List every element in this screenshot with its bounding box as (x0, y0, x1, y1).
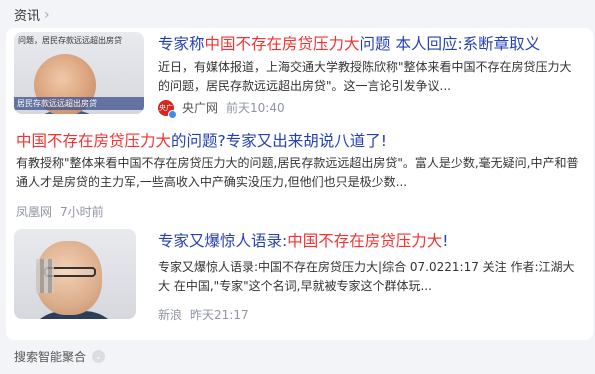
smart-aggregation-footer[interactable]: 搜索智能聚合 ⌄ (14, 348, 106, 365)
section-label: 资讯 (14, 9, 41, 24)
result-2-meta: 凤凰网 7小时前 (16, 203, 104, 220)
result-1-thumbnail[interactable]: 问题，居民存款远远超出房贷 居民存款远远超出房贷 (14, 32, 144, 114)
thumbnail-caption: 问题，居民存款远远超出房贷 (18, 36, 122, 45)
result-3-snippet: 专家又爆惊人语录:中国不存在房贷压力大|综合 07.0221:17 关注 作者:… (158, 260, 575, 293)
result-3-meta: 新浪 昨天21:17 (158, 306, 249, 323)
verified-icon (168, 109, 177, 119)
result-1-title[interactable]: 专家称中国不存在房贷压力大问题 本人回应:系断章取义 (158, 34, 540, 54)
news-card: 问题，居民存款远远超出房贷 居民存款远远超出房贷 专家称中国不存在房贷压力大问题… (6, 28, 593, 340)
source-name[interactable]: 新浪 (158, 306, 182, 323)
section-header[interactable]: 资讯 › (14, 5, 50, 25)
result-3-title[interactable]: 专家又爆惊人语录:中国不存在房贷压力大! (158, 231, 448, 251)
thumbnail-banner: 居民存款远远超出房贷 (14, 97, 144, 110)
source-name[interactable]: 凤凰网 (16, 203, 52, 220)
timestamp: 7小时前 (60, 205, 104, 219)
timestamp: 前天10:40 (226, 101, 285, 115)
timestamp: 昨天21:17 (190, 308, 249, 322)
mosaic-blur (36, 259, 54, 293)
footer-label: 搜索智能聚合 (14, 350, 87, 364)
chevron-right-icon: › (44, 6, 50, 23)
source-name[interactable]: 央广网 (182, 99, 218, 116)
chevron-down-icon[interactable]: ⌄ (92, 350, 106, 363)
result-3-thumbnail[interactable] (14, 229, 136, 319)
result-1-snippet: 近日，有媒体报道，上海交通大学教授陈欣称"整体来看中国不存在房贷压力大的问题，居… (158, 60, 572, 93)
source-logo-icon: 央广 (158, 99, 177, 119)
result-2-snippet: 有教授称"整体来看中国不存在房贷压力大的问题,居民存款远远超出房贷"。富人是少数… (16, 156, 579, 189)
result-2-title[interactable]: 中国不存在房贷压力大的问题?专家又出来胡说八道了! (16, 131, 387, 151)
result-1-meta: 央广 央广网 前天10:40 (158, 99, 285, 119)
